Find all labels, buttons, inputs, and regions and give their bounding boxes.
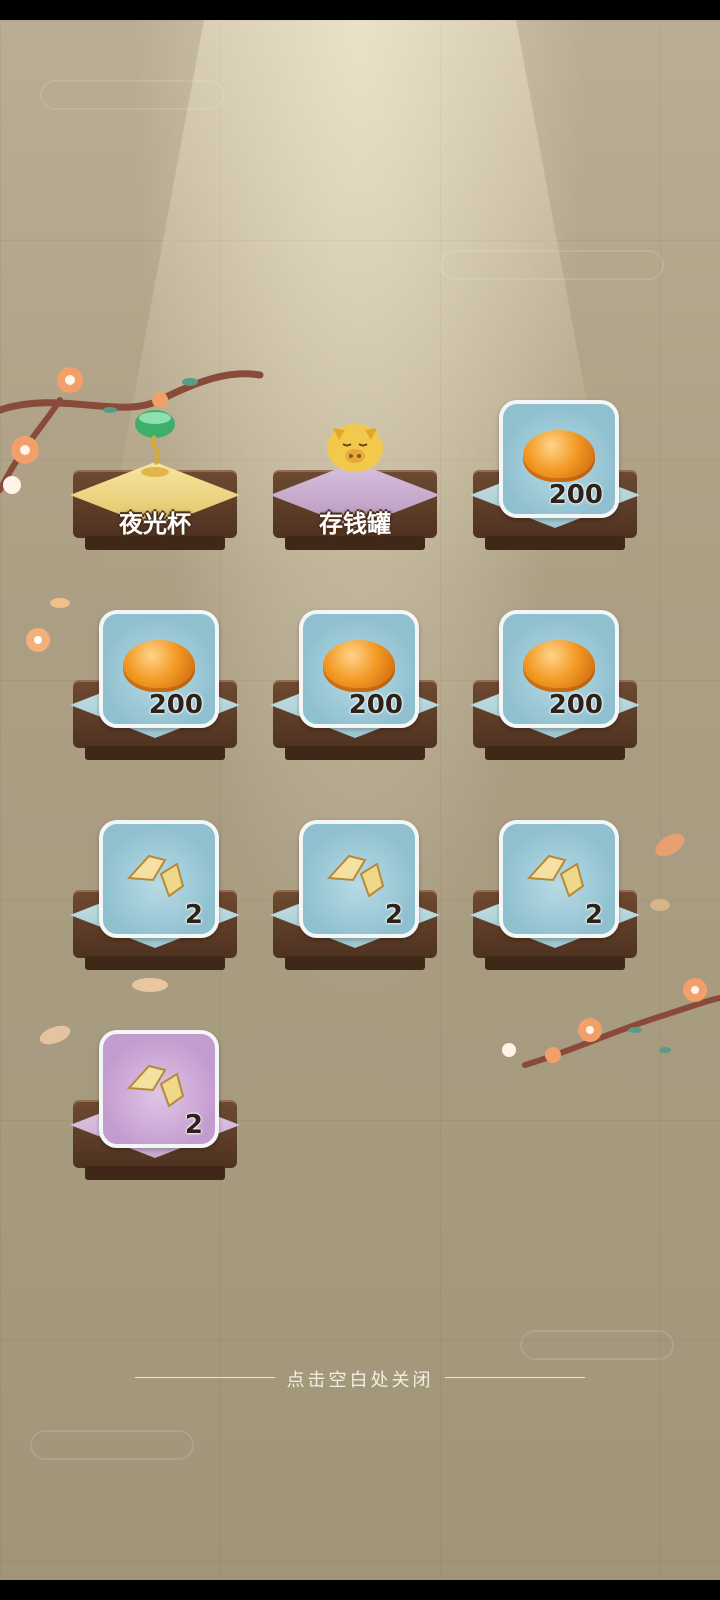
reward-count: 200 — [548, 480, 603, 510]
piggy-bank-icon — [327, 424, 383, 472]
amber-stone-icon — [323, 640, 395, 692]
reward-card: 2 — [299, 820, 419, 938]
reward-slot-amber-stone[interactable]: 200 — [470, 610, 640, 770]
reward-card: 2 — [499, 820, 619, 938]
blossom-branch-right — [502, 978, 720, 1068]
table-legs — [485, 536, 625, 550]
reward-card: 2 — [99, 820, 219, 938]
reward-count: 200 — [148, 690, 203, 720]
reward-name: 夜光杯 — [119, 510, 191, 538]
reward-name: 存钱罐 — [319, 510, 391, 538]
table-legs — [285, 746, 425, 760]
reward-slot-gold-shard[interactable]: 2 — [270, 820, 440, 980]
reward-card: 200 — [99, 610, 219, 728]
reward-card: 200 — [499, 610, 619, 728]
reward-popup-overlay[interactable]: 夜光杯 存钱罐 200 200 200 200 2 2 2 2 点击空白处关闭 — [0, 20, 720, 1580]
amber-stone-icon — [123, 640, 195, 692]
reward-count: 2 — [184, 900, 203, 930]
table-legs — [485, 746, 625, 760]
gold-shard-icon — [526, 854, 585, 898]
cloud-pattern — [520, 1330, 674, 1360]
reward-slot-luminous-cup[interactable]: 夜光杯 — [70, 400, 240, 560]
cloud-pattern — [40, 80, 224, 110]
reward-count: 2 — [184, 1110, 203, 1140]
reward-slot-piggy-bank[interactable]: 存钱罐 — [270, 400, 440, 560]
reward-slot-amber-stone[interactable]: 200 — [470, 400, 640, 560]
cloud-pattern — [440, 250, 664, 280]
amber-stone-icon — [523, 640, 595, 692]
close-hint-row: 点击空白处关闭 — [0, 1366, 720, 1391]
reward-slot-amber-stone[interactable]: 200 — [70, 610, 240, 770]
reward-card: 2 — [99, 1030, 219, 1148]
reward-card: 200 — [499, 400, 619, 518]
cloud-pattern — [30, 1430, 194, 1460]
reward-count: 200 — [548, 690, 603, 720]
reward-slot-gold-shard-purple[interactable]: 2 — [70, 1030, 240, 1190]
table-legs — [285, 956, 425, 970]
reward-count: 2 — [384, 900, 403, 930]
table-legs — [485, 956, 625, 970]
falling-petal — [650, 833, 685, 911]
gold-shard-icon — [326, 854, 385, 898]
gold-shard-icon — [126, 1064, 185, 1108]
table-legs — [85, 746, 225, 760]
table-legs — [85, 1166, 225, 1180]
reward-count: 2 — [584, 900, 603, 930]
reward-slot-amber-stone[interactable]: 200 — [270, 610, 440, 770]
close-hint: 点击空白处关闭 — [286, 1370, 434, 1391]
reward-slot-gold-shard[interactable]: 2 — [470, 820, 640, 980]
divider-line — [445, 1377, 585, 1378]
reward-slot-gold-shard[interactable]: 2 — [70, 820, 240, 980]
reward-card: 200 — [299, 610, 419, 728]
luminous-cup-icon — [135, 410, 175, 477]
amber-stone-icon — [523, 430, 595, 482]
reward-count: 200 — [348, 690, 403, 720]
gold-shard-icon — [126, 854, 185, 898]
table-legs — [85, 956, 225, 970]
